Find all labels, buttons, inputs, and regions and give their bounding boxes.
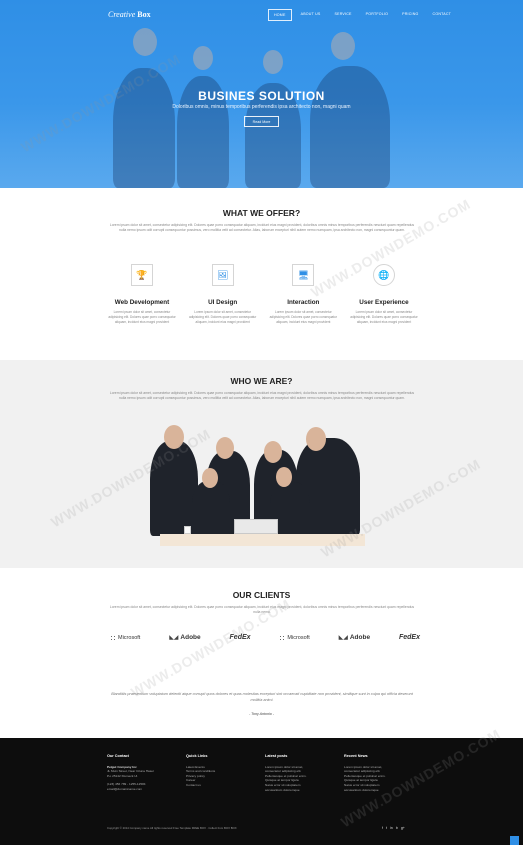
- desktop-icon: 🖥: [292, 264, 315, 286]
- footer-link[interactable]: Contact us: [186, 783, 261, 788]
- service-web-development: 🏆 Web Development Lorem ipsum dolor sit …: [107, 264, 177, 325]
- client-logo-microsoft[interactable]: Microsoft: [110, 634, 140, 641]
- hero-title: BUSINES SOLUTION: [198, 89, 325, 103]
- facebook-icon[interactable]: f: [382, 826, 383, 830]
- footer-email-link[interactable]: email@domainname.com: [107, 787, 182, 792]
- read-more-button[interactable]: Read More: [244, 116, 279, 127]
- social-links: f t in b g+: [382, 826, 405, 830]
- client-logo-adobe[interactable]: ◣◢ Adobe: [339, 634, 370, 641]
- service-desc: Lorem ipsum dolor sit amet, consectetur …: [269, 310, 337, 324]
- hero-subtitle: Doloribus omnis, minus temporibus perfer…: [172, 104, 351, 110]
- nav-contact[interactable]: CONTACT: [428, 9, 457, 21]
- clients-title: OUR CLIENTS: [232, 590, 291, 600]
- nav-pricing[interactable]: PRICING: [397, 9, 423, 21]
- service-desc: Lorem ipsum dolor sit amet, consectetur …: [350, 310, 418, 324]
- client-logo-fedex[interactable]: FedEx: [399, 634, 420, 641]
- globe-icon: 🌐: [372, 264, 395, 286]
- nav-portfolio[interactable]: PORTFOLIO: [361, 9, 394, 21]
- cup-image: [184, 526, 191, 534]
- offer-title: WHAT WE OFFER?: [222, 208, 301, 218]
- service-name: Web Development: [114, 299, 170, 306]
- service-desc: Lorem ipsum dolor sit amet, consectetur …: [108, 310, 176, 324]
- blog-icon[interactable]: b: [396, 826, 398, 830]
- trophy-icon: 🏆: [131, 264, 153, 286]
- team-photo: [150, 423, 365, 546]
- twitter-icon[interactable]: t: [386, 826, 387, 830]
- service-name: Interaction: [287, 299, 320, 306]
- copyright: Copyright © 2014 Company name All rights…: [107, 826, 237, 830]
- brand-logo[interactable]: Creative Box: [108, 10, 151, 19]
- footer-latest-posts: Latest posts Lorem ipsum dolor sit amet,…: [265, 754, 340, 792]
- service-name: User Experience: [359, 299, 409, 306]
- laptop-image: [234, 519, 278, 534]
- service-interaction: 🖥 Interaction Lorem ipsum dolor sit amet…: [268, 264, 338, 325]
- google-plus-icon[interactable]: g+: [401, 826, 405, 830]
- footer-contact: Our Contact Pelgut Company Inc JL Muin S…: [107, 754, 182, 792]
- who-text: Lorem ipsum dolor sit amet, consectetur …: [109, 391, 415, 400]
- offer-text: Lorem ipsum dolor sit amet, consectetur …: [109, 223, 415, 232]
- scroll-to-top-button[interactable]: [510, 836, 519, 845]
- testimonial-author: - Tony Antonio -: [248, 712, 275, 716]
- linkedin-icon[interactable]: in: [390, 826, 393, 830]
- adobe-logo-icon: ◣◢: [169, 635, 179, 641]
- news-link[interactable]: accusantium doloremque: [344, 788, 419, 793]
- who-title: WHO WE ARE?: [230, 376, 293, 386]
- testimonial-quote: Blanditiis praesentium voluptatum deleni…: [111, 692, 413, 702]
- nav-home[interactable]: HOME: [268, 9, 292, 21]
- microsoft-logo-icon: [110, 634, 116, 641]
- client-logo-fedex[interactable]: FedEx: [230, 634, 251, 641]
- service-name: UI Design: [208, 299, 238, 306]
- nav-about-us[interactable]: ABOUT US: [296, 9, 326, 21]
- footer-recent-news: Recent News Lorem ipsum dolor sit amet, …: [344, 754, 419, 792]
- client-logos: Microsoft ◣◢ Adobe FedEx Microsoft ◣◢ Adob…: [110, 634, 420, 641]
- footer-quick-links: Quick Links Latest Events Terms and cond…: [186, 754, 261, 788]
- hero-section: Creative Box HOME ABOUT US SERVICE PORTF…: [0, 0, 523, 188]
- service-desc: Lorem ipsum dolor sit amet, consectetur …: [188, 310, 257, 324]
- client-logo-microsoft[interactable]: Microsoft: [279, 634, 310, 641]
- client-logo-adobe[interactable]: ◣◢ Adobe: [169, 634, 200, 641]
- main-nav: HOME ABOUT US SERVICE PORTFOLIO PRICING …: [268, 9, 456, 21]
- adobe-logo-icon: ◣◢: [338, 635, 348, 641]
- microsoft-logo-icon: [279, 634, 286, 641]
- picture-icon: 🖼: [211, 264, 234, 286]
- nav-service[interactable]: SERVICE: [330, 9, 357, 21]
- desk-image: [160, 534, 365, 546]
- service-ui-design: 🖼 UI Design Lorem ipsum dolor sit amet, …: [188, 264, 258, 325]
- post-link[interactable]: accusantium doloremque: [265, 788, 340, 793]
- clients-text: Lorem ipsum dolor sit amet, consectetur …: [109, 605, 415, 614]
- services-list: 🏆 Web Development Lorem ipsum dolor sit …: [107, 264, 419, 325]
- service-user-experience: 🌐 User Experience Lorem ipsum dolor sit …: [349, 264, 419, 325]
